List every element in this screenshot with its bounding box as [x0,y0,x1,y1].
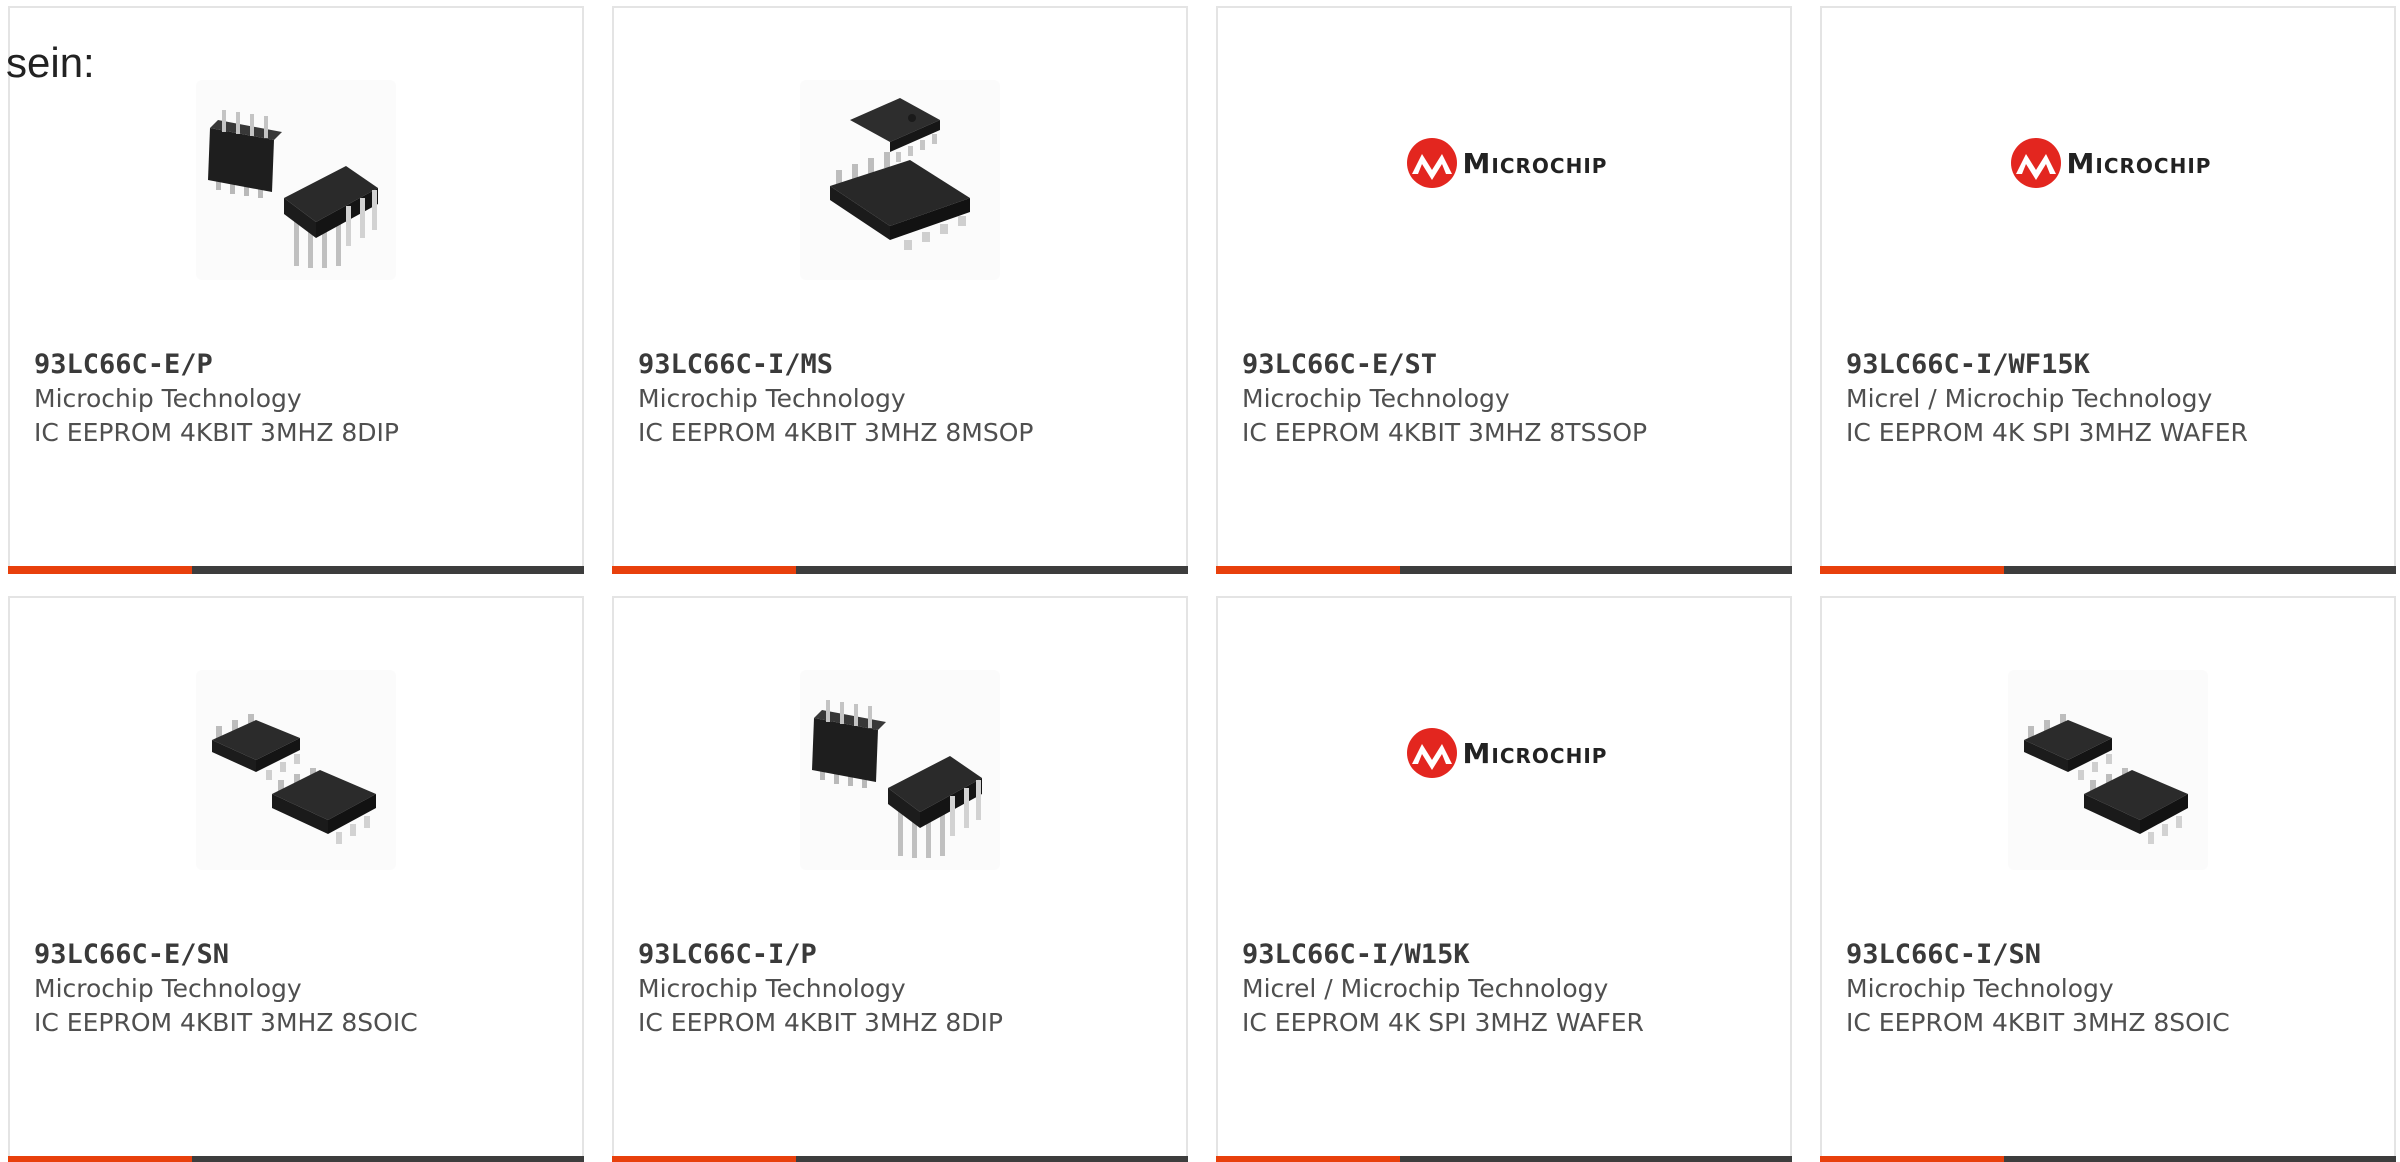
dip-chip-image [800,670,1000,870]
manufacturer-name: Micrel / Microchip Technology [1846,384,2213,413]
card-bottom-bar [1820,1156,2396,1162]
part-number[interactable]: 93LC66C-E/P [34,348,572,382]
part-number[interactable]: 93LC66C-I/WF15K [1846,348,2384,382]
product-card[interactable]: Microchip 93LC66C-I/WF15K Micrel / Micro… [1820,6,2396,574]
microchip-logo: Microchip [1218,598,1794,938]
microchip-logo-icon [1405,726,1459,780]
card-bottom-bar [612,1156,1188,1162]
soic-chip-image [196,670,396,870]
product-description: IC EEPROM 4K SPI 3MHZ WAFER [1242,1008,1644,1037]
manufacturer-name: Microchip Technology [638,974,906,1003]
product-description: IC EEPROM 4KBIT 3MHZ 8SOIC [34,1008,418,1037]
microchip-logo-icon [2009,136,2063,190]
microchip-logo-text: Microchip [2066,146,2212,180]
manufacturer-name: Microchip Technology [638,384,906,413]
product-description: IC EEPROM 4KBIT 3MHZ 8TSSOP [1242,418,1648,447]
manufacturer-name: Microchip Technology [34,974,302,1003]
dip-chip-image [196,80,396,280]
msop-chip-image [800,80,1000,280]
product-grid: 93LC66C-E/P Microchip Technology IC EEPR… [0,0,2400,1162]
product-card[interactable]: Microchip 93LC66C-E/ST Microchip Technol… [1216,6,1792,574]
part-number[interactable]: 93LC66C-E/SN [34,938,572,972]
product-description: IC EEPROM 4K SPI 3MHZ WAFER [1846,418,2248,447]
product-description: IC EEPROM 4KBIT 3MHZ 8DIP [638,1008,1004,1037]
product-card[interactable]: 93LC66C-I/P Microchip Technology IC EEPR… [612,596,1188,1162]
microchip-logo-text: Microchip [1462,146,1608,180]
microchip-logo-icon [1405,136,1459,190]
product-description: IC EEPROM 4KBIT 3MHZ 8MSOP [638,418,1034,447]
card-bottom-bar [1216,566,1792,574]
part-number[interactable]: 93LC66C-E/ST [1242,348,1780,382]
part-number[interactable]: 93LC66C-I/P [638,938,1176,972]
product-card[interactable]: 93LC66C-I/SN Microchip Technology IC EEP… [1820,596,2396,1162]
card-bottom-bar [1820,566,2396,574]
card-bottom-bar [612,566,1188,574]
product-card[interactable]: Microchip 93LC66C-I/W15K Micrel / Microc… [1216,596,1792,1162]
microchip-logo: Microchip [1218,8,1794,348]
card-bottom-bar [8,1156,584,1162]
part-number[interactable]: 93LC66C-I/SN [1846,938,2384,972]
microchip-logo-text: Microchip [1462,736,1608,770]
part-number[interactable]: 93LC66C-I/W15K [1242,938,1780,972]
soic-chip-image [2008,670,2208,870]
product-description: IC EEPROM 4KBIT 3MHZ 8SOIC [1846,1008,2230,1037]
part-number[interactable]: 93LC66C-I/MS [638,348,1176,382]
product-card[interactable]: 93LC66C-E/SN Microchip Technology IC EEP… [8,596,584,1162]
product-card[interactable]: 93LC66C-E/P Microchip Technology IC EEPR… [8,6,584,574]
card-bottom-bar [1216,1156,1792,1162]
manufacturer-name: Microchip Technology [1846,974,2114,1003]
product-card[interactable]: 93LC66C-I/MS Microchip Technology IC EEP… [612,6,1188,574]
product-description: IC EEPROM 4KBIT 3MHZ 8DIP [34,418,400,447]
microchip-logo: Microchip [1822,8,2398,348]
card-bottom-bar [8,566,584,574]
intro-text: sein: [6,39,95,86]
manufacturer-name: Microchip Technology [1242,384,1510,413]
manufacturer-name: Micrel / Microchip Technology [1242,974,1609,1003]
manufacturer-name: Microchip Technology [34,384,302,413]
